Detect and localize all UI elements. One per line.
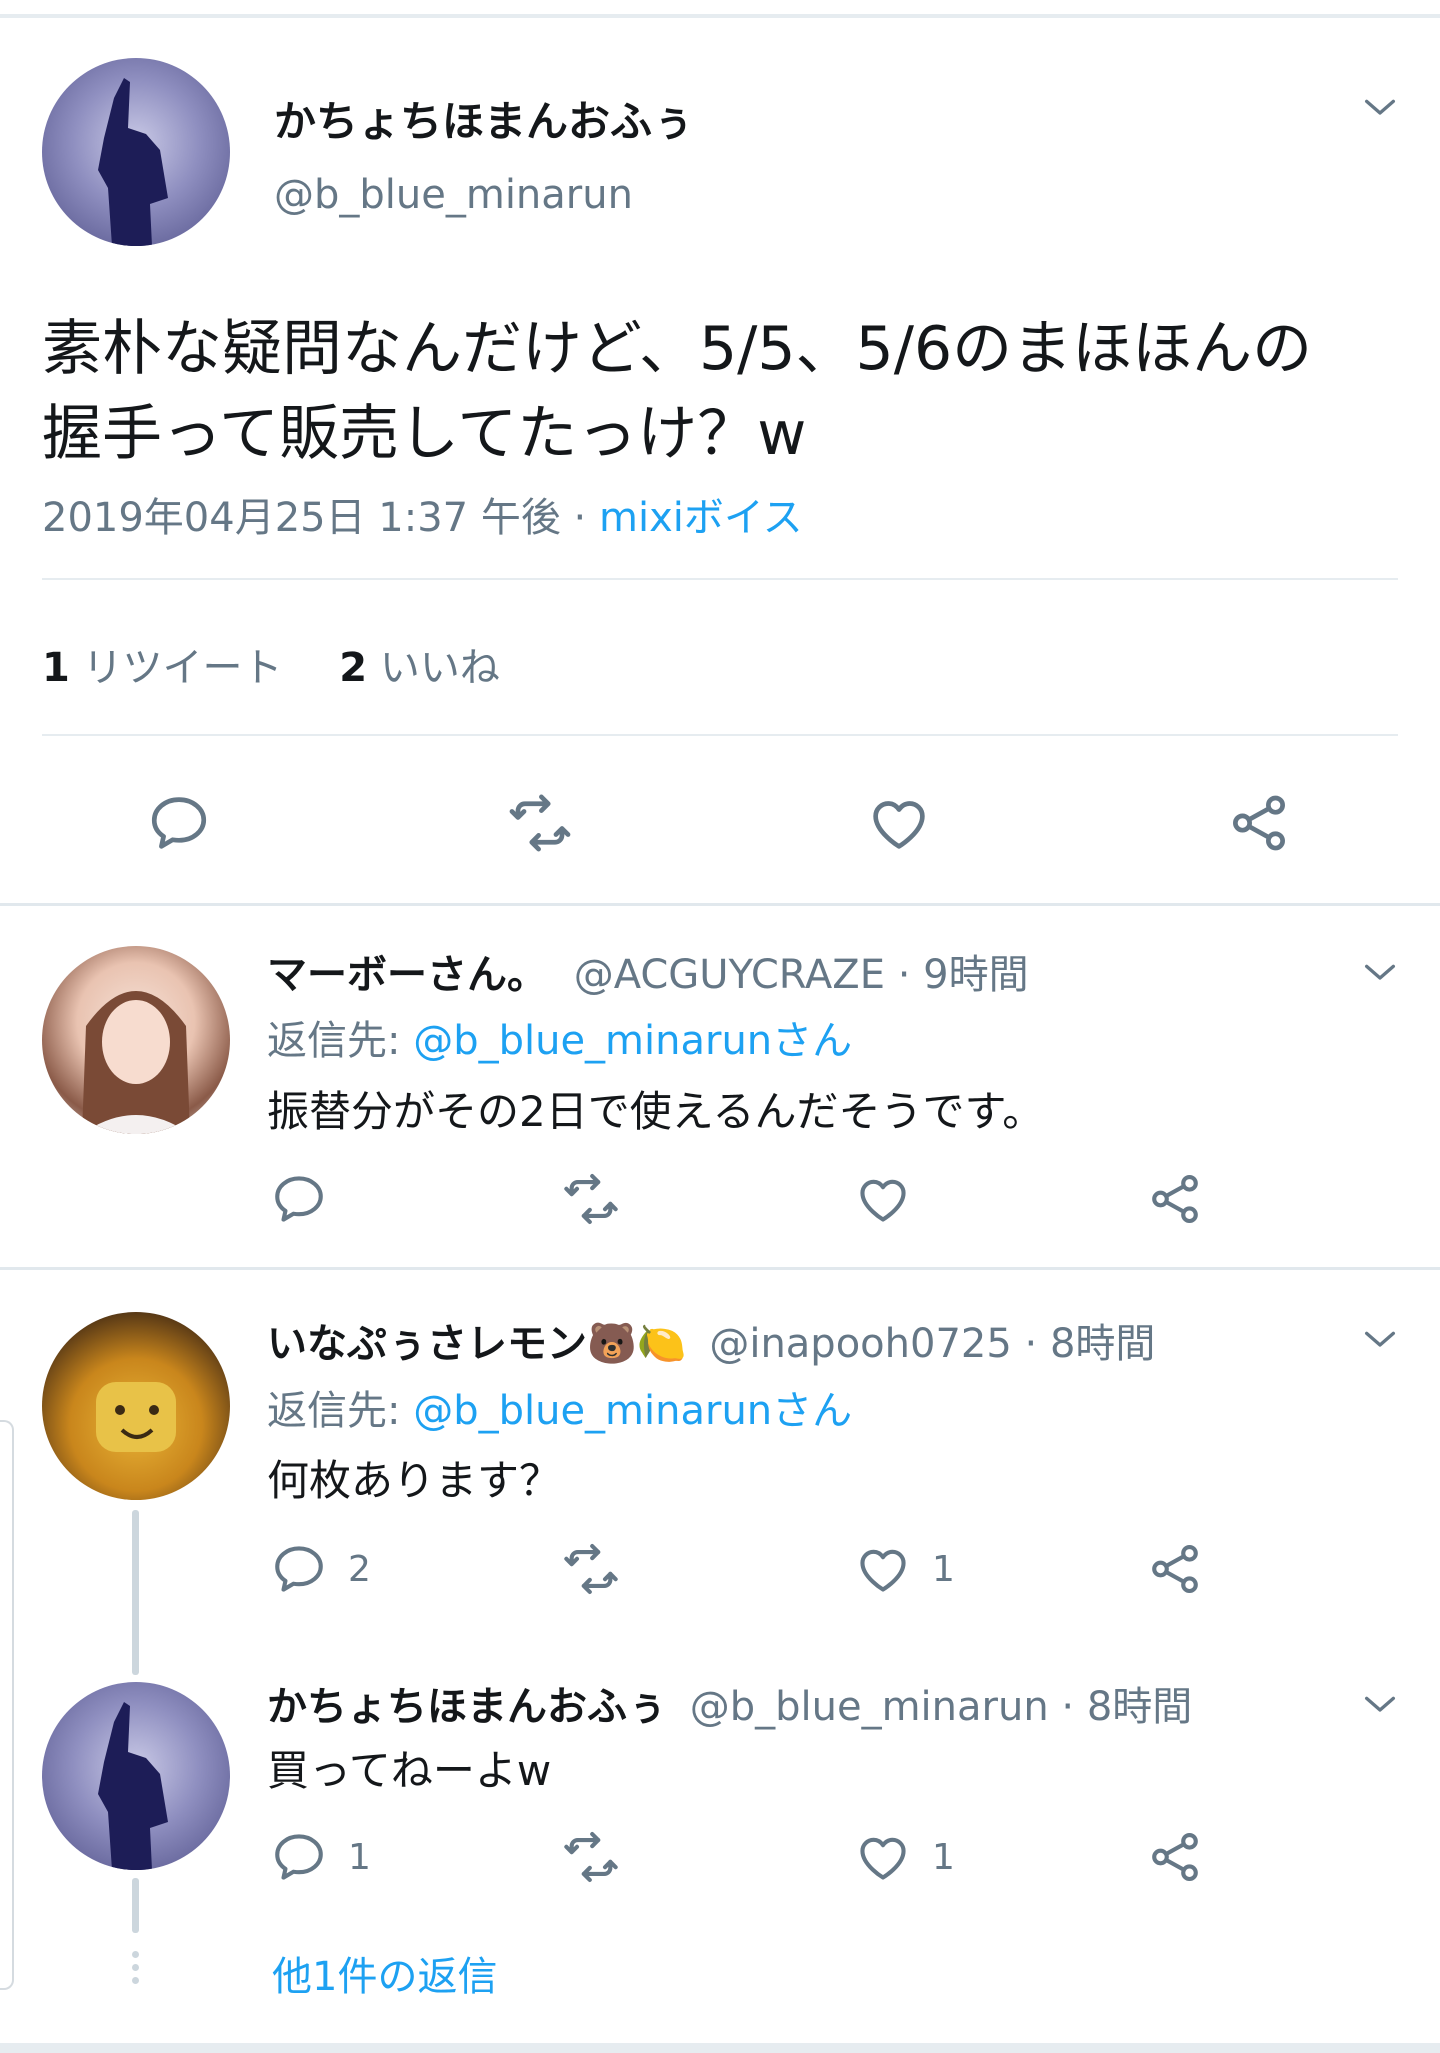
like-count: 1 [932,1836,955,1878]
like-button[interactable]: 1 [854,1540,955,1598]
reply-text: 何枚あります？ [267,1456,562,1505]
like-count: 1 [932,1548,955,1590]
reply-to-label: 返信先: [267,1018,401,1064]
share-button[interactable] [1146,1170,1204,1228]
avatar-photo-icon [96,1382,176,1452]
share-icon [1146,1828,1204,1886]
reply-to-handle[interactable]: @b_blue_minarunさん [413,1388,852,1434]
divider [42,578,1398,580]
reply-header: いなぷぅさレモン🐻🍋 @inapooh0725 · 8時間 [267,1311,1155,1369]
avatar-silhouette-icon [98,1702,168,1870]
chevron-down-icon[interactable] [1360,953,1400,993]
bottom-divider [0,2043,1440,2053]
tweet-text-line-1: 素朴な疑問なんだけど、5/5、5/6のまほほんの [42,314,1313,384]
like-button[interactable]: 1 [854,1828,955,1886]
reply-time[interactable]: · 9時間 [898,952,1029,998]
reply-text: 買ってねーよw [267,1746,552,1795]
tweet-timestamp[interactable]: 2019年04月25日 1:37 午後 · [42,495,586,541]
scroll-edge [0,1420,14,1990]
retweet-button[interactable] [556,1170,626,1228]
avatar[interactable] [42,1312,230,1500]
reply-to: 返信先: @b_blue_minarunさん [267,1008,852,1066]
reply-button[interactable]: 1 [270,1828,371,1886]
retweet-stat[interactable]: 1 リツイート [42,645,295,691]
reply-handle[interactable]: @ACGUYCRAZE [574,952,885,998]
like-count: 2 [339,645,368,691]
like-button[interactable] [854,1170,912,1228]
share-icon [1146,1170,1204,1228]
avatar-portrait-icon [82,991,190,1134]
reply-button[interactable] [270,1170,328,1228]
thread-dot [132,1951,139,1958]
retweet-icon [556,1540,626,1598]
retweet-count: 1 [42,645,70,691]
section-separator [0,1267,1440,1270]
tweet-source[interactable]: mixiボイス [599,495,803,541]
section-separator [0,903,1440,906]
avatar-silhouette-icon [98,78,168,246]
like-label: いいね [379,645,500,691]
retweet-button[interactable] [556,1828,626,1886]
more-replies-link[interactable]: 他1件の返信 [272,1944,497,2002]
chevron-down-icon[interactable] [1360,1685,1400,1725]
thread-dot [132,1964,139,1971]
retweet-button[interactable] [556,1540,626,1598]
reply-header: かちょちほまんおふぅ @b_blue_minarun · 8時間 [267,1674,1192,1732]
reply-display-name[interactable]: マーボーさん。 [267,952,547,998]
retweet-icon [556,1170,626,1228]
reply-button[interactable]: 2 [270,1540,371,1598]
heart-icon [854,1170,912,1228]
avatar[interactable] [42,946,230,1134]
reply-button[interactable] [146,790,212,856]
reply-to-label: 返信先: [267,1388,401,1434]
heart-icon [854,1828,912,1886]
share-button[interactable] [1226,790,1292,856]
like-stat[interactable]: 2 いいね [339,645,500,691]
author-handle[interactable]: @b_blue_minarun [274,172,633,218]
avatar[interactable] [42,58,230,246]
reply-count: 2 [348,1548,371,1590]
reply-text: 振替分がその2日で使えるんだそうです。 [267,1087,1045,1136]
thread-dot [132,1977,139,1984]
reply-to-handle[interactable]: @b_blue_minarunさん [413,1018,852,1064]
retweet-icon [556,1828,626,1886]
reply-icon [270,1540,328,1598]
top-divider [0,14,1440,18]
engagement-stats: 1 リツイート 2 いいね [42,635,500,693]
thread-line [132,1510,139,1675]
reply-handle[interactable]: @b_blue_minarun [690,1684,1049,1730]
reply-count: 1 [348,1836,371,1878]
retweet-icon [500,790,580,856]
reply-display-name[interactable]: かちょちほまんおふぅ [267,1684,667,1730]
reply-icon [270,1828,328,1886]
reply-to: 返信先: @b_blue_minarunさん [267,1378,852,1436]
heart-icon [854,1540,912,1598]
reply-icon [270,1170,328,1228]
chevron-down-icon[interactable] [1360,88,1400,128]
reply-display-name[interactable]: いなぷぅさレモン🐻🍋 [267,1321,687,1367]
tweet-text-line-2: 握手って販売してたっけ？w [42,399,807,469]
avatar[interactable] [42,1682,230,1870]
share-icon [1146,1540,1204,1598]
share-button[interactable] [1146,1540,1204,1598]
share-icon [1226,790,1292,856]
retweet-label: リツイート [82,645,283,691]
reply-time[interactable]: · 8時間 [1061,1684,1192,1730]
heart-icon [866,790,932,856]
share-button[interactable] [1146,1828,1204,1886]
tweet-meta: 2019年04月25日 1:37 午後 · mixiボイス [42,485,803,543]
reply-time[interactable]: · 8時間 [1025,1321,1156,1367]
like-button[interactable] [866,790,932,856]
reply-handle[interactable]: @inapooh0725 [709,1321,1011,1367]
retweet-button[interactable] [500,790,580,856]
author-display-name[interactable]: かちょちほまんおふぅ [274,88,694,149]
thread-line [132,1878,139,1933]
reply-header: マーボーさん。 @ACGUYCRAZE · 9時間 [267,942,1029,1000]
divider [42,734,1398,736]
chevron-down-icon[interactable] [1360,1320,1400,1360]
reply-icon [146,790,212,856]
